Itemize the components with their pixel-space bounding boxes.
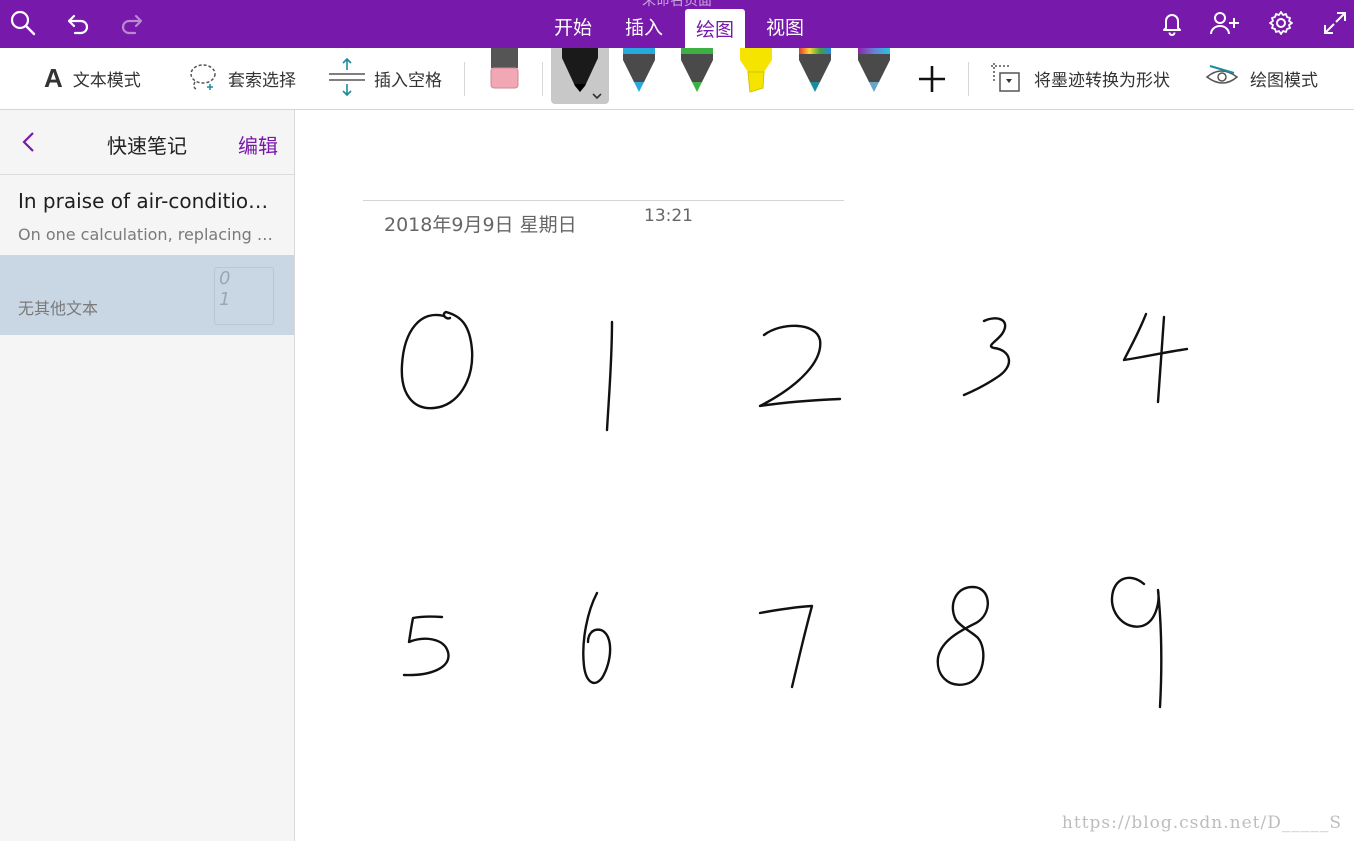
blue-pen-tool[interactable] xyxy=(614,48,664,104)
handwriting-ink xyxy=(400,310,1189,709)
undo-icon[interactable] xyxy=(60,6,94,40)
ribbon-divider xyxy=(542,62,543,96)
title-bar: 未命名页面 开始 插入 绘图 视图 xyxy=(0,0,1354,48)
lasso-select-label: 套索选择 xyxy=(228,71,296,91)
ribbon-divider xyxy=(464,62,465,96)
ribbon-divider xyxy=(968,62,969,96)
edit-button[interactable]: 编辑 xyxy=(238,130,278,159)
watermark: https://blog.csdn.net/D_____S xyxy=(1061,813,1342,833)
digit-7 xyxy=(758,604,814,689)
tab-draw[interactable]: 绘图 xyxy=(685,9,745,48)
blue-pen-icon xyxy=(623,48,655,92)
digit-9 xyxy=(1110,576,1163,709)
black-pen-icon xyxy=(562,48,602,100)
tab-home[interactable]: 开始 xyxy=(548,8,598,44)
page-title: In praise of air-conditioning xyxy=(18,189,280,213)
digit-4 xyxy=(1122,312,1189,362)
page-list-item[interactable]: In praise of air-conditioning On one cal… xyxy=(0,175,294,255)
add-person-icon[interactable] xyxy=(1208,6,1242,40)
add-pen-button[interactable] xyxy=(916,48,948,109)
eraser-icon xyxy=(490,48,519,89)
digit-0 xyxy=(400,310,474,410)
green-pen-icon xyxy=(681,48,713,92)
digit-1 xyxy=(605,320,614,432)
tab-view[interactable]: 视图 xyxy=(760,8,810,44)
ink-to-shape-button[interactable]: 将墨迹转换为形状 xyxy=(988,48,1170,109)
gear-icon[interactable] xyxy=(1264,6,1298,40)
insert-space-icon xyxy=(328,57,366,101)
green-pen-tool[interactable] xyxy=(672,48,722,104)
yellow-highlighter-tool[interactable] xyxy=(731,48,781,104)
plus-icon xyxy=(919,65,945,92)
redo-icon[interactable] xyxy=(116,6,150,40)
digit-8 xyxy=(936,585,989,686)
page-thumbnail: 0 1 xyxy=(214,267,274,325)
page-list-sidebar: 快速笔记 编辑 In praise of air-conditioning On… xyxy=(0,110,295,841)
note-canvas[interactable]: 2018年9月9日 星期日 13:21 xyxy=(296,110,1354,841)
draw-ribbon: A 文本模式 套索选择 插入空格 将墨迹转换为形状 绘图模式 xyxy=(0,48,1354,110)
bell-icon[interactable] xyxy=(1155,6,1189,40)
black-pen-tool[interactable] xyxy=(551,48,609,104)
page-list-item-selected[interactable]: 无其他文本 0 1 xyxy=(0,255,294,335)
digit-5 xyxy=(402,615,450,677)
yellow-highlighter-icon xyxy=(740,48,772,93)
galaxy-pen-icon xyxy=(858,48,890,92)
lasso-select-button[interactable]: 套索选择 xyxy=(186,48,296,109)
ink-to-shape-label: 将墨迹转换为形状 xyxy=(1034,71,1170,91)
text-mode-label: 文本模式 xyxy=(72,71,141,91)
tab-insert[interactable]: 插入 xyxy=(619,8,669,44)
draw-mode-label: 绘图模式 xyxy=(1250,71,1318,91)
lasso-icon xyxy=(186,60,220,98)
digit-6 xyxy=(582,591,612,685)
rainbow-pen-tool[interactable] xyxy=(790,48,840,104)
draw-mode-button[interactable]: 绘图模式 xyxy=(1204,48,1318,109)
thumbnail-text: 0 1 xyxy=(219,268,241,310)
ink-to-shape-icon xyxy=(988,60,1022,98)
page-preview: On one calculation, replacing air-condit… xyxy=(18,225,280,244)
expand-icon[interactable] xyxy=(1318,6,1352,40)
rainbow-pen-icon xyxy=(799,48,831,92)
insert-space-label: 插入空格 xyxy=(374,71,442,91)
insert-space-button[interactable]: 插入空格 xyxy=(328,48,442,109)
text-a-icon: A xyxy=(44,63,63,93)
digit-2 xyxy=(758,324,842,408)
digit-3 xyxy=(962,317,1011,397)
draw-mode-icon xyxy=(1204,60,1240,98)
eraser-tool[interactable] xyxy=(480,48,530,104)
sidebar-header: 快速笔记 编辑 xyxy=(0,110,294,175)
text-mode-button[interactable]: A 文本模式 xyxy=(44,48,141,109)
galaxy-pen-tool[interactable] xyxy=(849,48,899,104)
search-icon[interactable] xyxy=(6,6,40,40)
